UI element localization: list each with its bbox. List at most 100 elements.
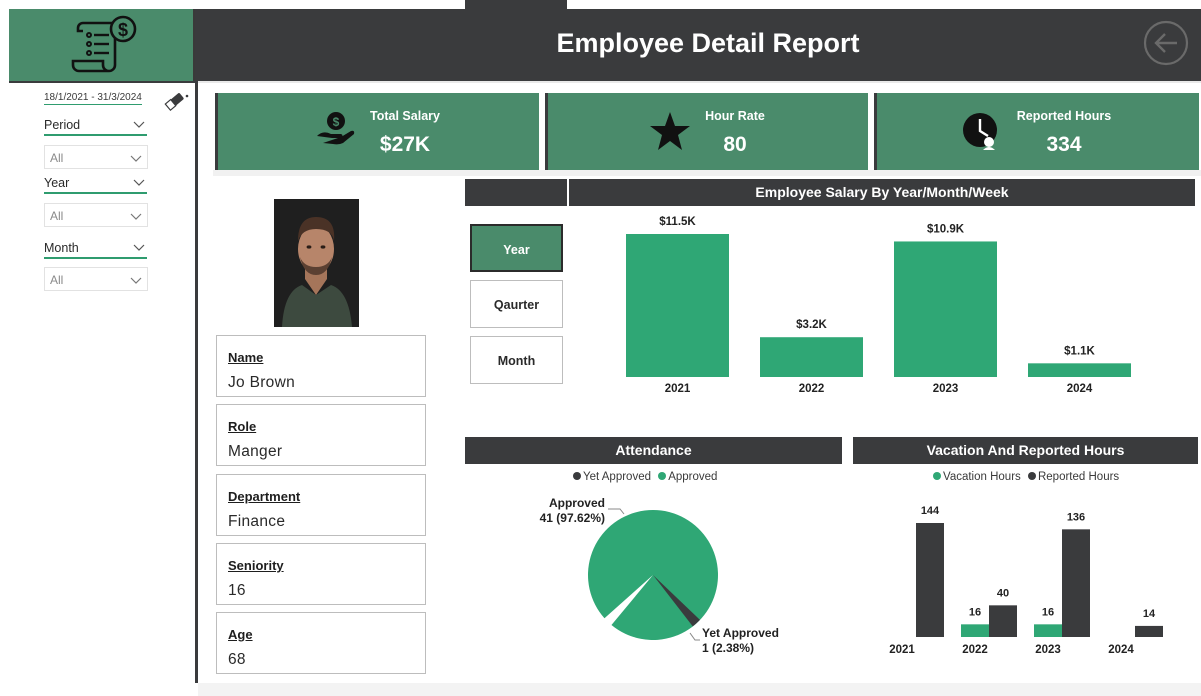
bar-data-label: 14	[1143, 608, 1156, 620]
attendance-chart-title: Attendance	[465, 437, 842, 464]
employee-photo	[274, 199, 359, 327]
vacation-hours-bar	[1034, 624, 1062, 637]
legend-label: Vacation Hours	[943, 471, 1021, 483]
salary-bar	[1028, 363, 1131, 377]
legend-label: Yet Approved	[583, 471, 651, 483]
field-value: 68	[228, 651, 246, 668]
vertical-divider	[195, 9, 198, 683]
bar-data-label: 40	[997, 587, 1009, 599]
field-value: Jo Brown	[228, 374, 296, 391]
vacation-category-label: 2023	[1035, 644, 1061, 656]
salary-category-label: 2022	[799, 383, 825, 395]
button-label: Year	[503, 243, 530, 257]
salary-bar	[894, 241, 997, 377]
kpi-reported-hours: Reported Hours 334	[874, 93, 1199, 170]
chevron-down-icon	[133, 244, 145, 251]
back-arrow-icon	[1143, 20, 1189, 66]
svg-text:$: $	[118, 20, 128, 40]
kpi-total-salary: $ Total Salary $27K	[215, 93, 539, 170]
vacation-category-label: 2021	[889, 644, 915, 656]
salary-data-label: $3.2K	[796, 319, 827, 331]
bottom-strip	[198, 683, 1201, 696]
field-label: Department	[228, 489, 301, 504]
reported-hours-bar	[916, 523, 944, 637]
salary-chart-spacer	[465, 0, 567, 27]
attendance-legend: Yet Approved Approved	[573, 471, 717, 483]
report-header: Employee Detail Report	[198, 9, 1201, 81]
chevron-down-icon	[133, 179, 145, 186]
vacation-chart-title: Vacation And Reported Hours	[853, 437, 1198, 464]
period-button-month[interactable]: Month	[470, 336, 563, 384]
month-dropdown[interactable]: All	[44, 267, 148, 291]
salary-category-label: 2024	[1067, 383, 1093, 395]
vacation-category-label: 2024	[1108, 644, 1134, 656]
salary-chart-title: Employee Salary By Year/Month/Week	[569, 179, 1195, 206]
bar-data-label: 16	[969, 606, 981, 618]
salary-bar-chart: $11.5K 2021 $3.2K 2022 $10.9K 2023 $1.1K 2024	[626, 216, 1131, 395]
month-slicer-label[interactable]: Month	[44, 241, 147, 259]
reported-hours-bar	[1135, 625, 1163, 637]
reported-hours-bar	[989, 605, 1017, 637]
field-value: Manger	[228, 443, 283, 460]
dropdown-value: All	[50, 273, 64, 287]
role-card: Role Manger	[216, 404, 426, 466]
salary-chart-title-left	[465, 179, 567, 206]
chevron-down-icon	[133, 121, 145, 128]
kpi-title: Reported Hours	[1016, 109, 1112, 123]
pie-label-value: 41 (97.62%)	[540, 511, 605, 525]
period-dropdown[interactable]: All	[44, 145, 148, 169]
legend-dot	[1027, 472, 1036, 480]
date-range-slicer[interactable]: 18/1/2021 - 31/3/2024	[44, 92, 142, 105]
button-label: Qaurter	[493, 298, 540, 312]
pie-label-name: Approved	[549, 496, 605, 510]
legend-dot	[658, 472, 667, 480]
period-button-year[interactable]: Year	[470, 224, 563, 272]
period-slicer-label[interactable]: Period	[44, 118, 147, 136]
salary-data-label: $1.1K	[1064, 345, 1095, 357]
salary-data-label: $10.9K	[927, 223, 965, 235]
legend-dot	[573, 472, 581, 480]
page-title: Employee Detail Report	[556, 28, 860, 58]
legend-label: Reported Hours	[1037, 471, 1120, 483]
kpi-title: Hour Rate	[705, 109, 765, 123]
salary-bar	[760, 337, 863, 377]
department-card: Department Finance	[216, 474, 426, 536]
kpi-hour-rate: Hour Rate 80	[545, 93, 868, 170]
pie-label-name: Yet Approved	[702, 626, 779, 640]
period-button-quarter[interactable]: Qaurter	[470, 280, 563, 328]
vacation-category-label: 2022	[962, 644, 988, 656]
field-label: Seniority	[228, 558, 284, 573]
year-slicer-label[interactable]: Year	[44, 176, 147, 194]
sidebar-divider	[9, 81, 195, 83]
header-underline	[198, 81, 1201, 83]
age-card: Age 68	[216, 612, 426, 674]
salary-category-label: 2021	[665, 383, 691, 395]
legend-label: Approved	[668, 471, 718, 483]
vacation-bar-chart: 144 2021 16 40 2022 16 136 2023 14 2024	[889, 505, 1163, 656]
kpi-shadow	[213, 170, 1201, 176]
bar-data-label: 144	[921, 505, 940, 517]
report-logo: $	[9, 9, 195, 81]
slicer-label-text: Month	[44, 241, 79, 255]
kpi-value: 334	[1046, 133, 1082, 156]
field-label: Name	[228, 350, 264, 365]
seniority-card: Seniority 16	[216, 543, 426, 605]
slicer-label-text: Year	[44, 176, 70, 190]
bar-data-label: 16	[1042, 606, 1054, 618]
year-dropdown[interactable]: All	[44, 203, 148, 227]
bar-data-label: 136	[1067, 511, 1085, 523]
chevron-down-icon	[130, 277, 142, 284]
reported-hours-bar	[1062, 529, 1090, 637]
chevron-down-icon	[130, 155, 142, 162]
kpi-value: 80	[723, 133, 747, 156]
attendance-pie-chart: Approved41 (97.62%) Yet Approved1 (2.38%)	[540, 496, 779, 655]
vacation-legend: Vacation Hours Reported Hours	[933, 471, 1119, 483]
back-button[interactable]	[1143, 20, 1189, 66]
chevron-down-icon	[130, 213, 142, 220]
button-label: Month	[497, 354, 536, 368]
field-value: 16	[228, 582, 246, 599]
field-label: Role	[228, 419, 257, 434]
field-label: Age	[228, 627, 253, 642]
vacation-hours-bar	[961, 624, 989, 637]
clear-filters-icon[interactable]	[164, 92, 189, 112]
